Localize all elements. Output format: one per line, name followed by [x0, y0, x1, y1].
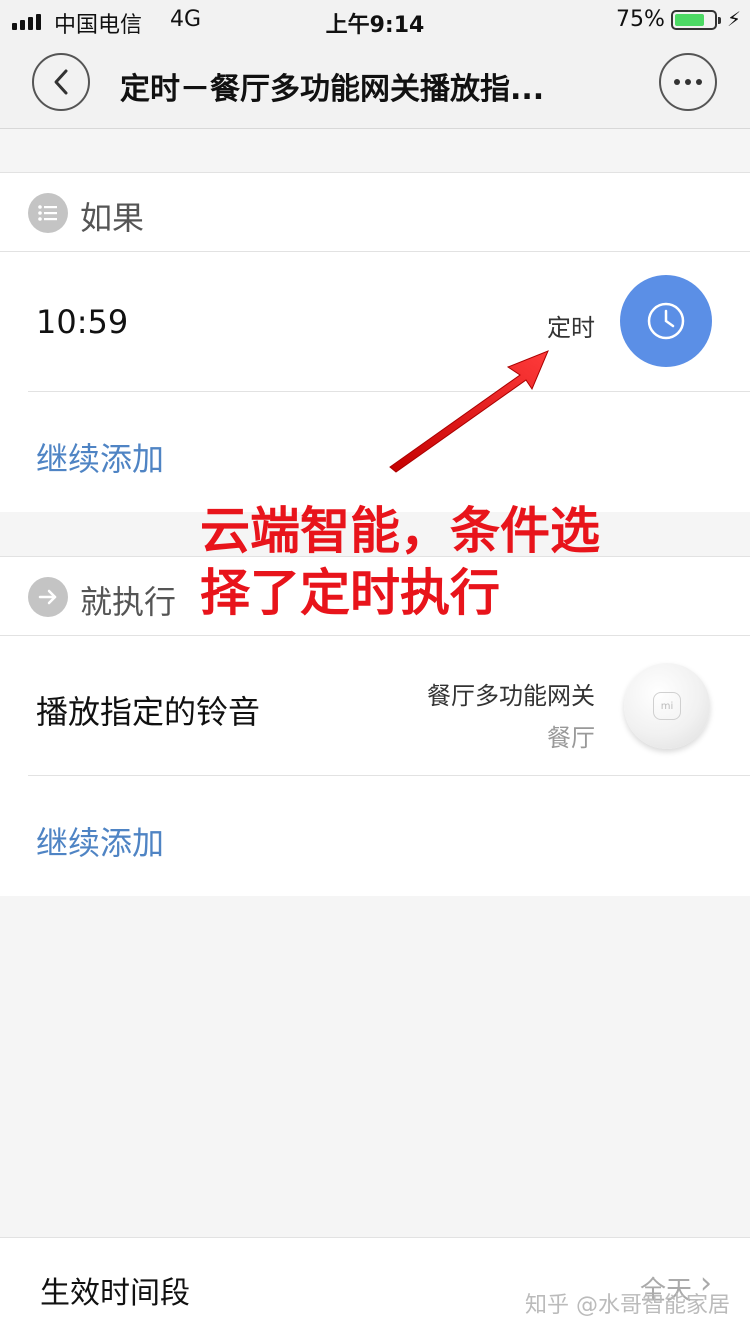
- condition-row[interactable]: 10:59 定时: [0, 252, 750, 392]
- nav-bar: 定时－餐厅多功能网关播放指...: [0, 40, 750, 129]
- status-bar: 中国电信 4G 上午9:14 75% ⚡: [0, 0, 750, 40]
- if-section-header: 如果: [0, 172, 750, 252]
- action-room: 餐厅: [547, 724, 595, 752]
- battery-percent: 75%: [616, 7, 665, 32]
- action-label: 播放指定的铃音: [36, 693, 261, 731]
- more-dots-icon: [674, 79, 680, 85]
- chevron-left-icon: [54, 69, 68, 95]
- watermark: 知乎 @水哥智能家居: [525, 1293, 730, 1318]
- active-period-label: 生效时间段: [40, 1276, 190, 1311]
- timer-button[interactable]: [620, 275, 712, 367]
- annotation-text: 云端智能，条件选 择了定时执行: [200, 500, 680, 624]
- condition-type: 定时: [547, 314, 595, 342]
- then-section-title: 就执行: [80, 583, 177, 621]
- list-icon: [28, 193, 68, 233]
- add-action-link[interactable]: 继续添加: [36, 818, 164, 864]
- back-button[interactable]: [32, 53, 90, 111]
- action-device: 餐厅多功能网关: [427, 682, 595, 710]
- gateway-device-image: mi: [624, 663, 710, 749]
- more-button[interactable]: [659, 53, 717, 111]
- annotation-arrow-icon: [389, 350, 549, 473]
- battery-icon: [671, 10, 721, 30]
- if-section: 如果 10:59 定时 继续添加: [0, 172, 750, 512]
- add-condition-link[interactable]: 继续添加: [36, 434, 164, 480]
- annotation-line-2: 择了定时执行: [200, 564, 500, 622]
- mi-logo-icon: mi: [653, 692, 681, 720]
- clock-icon: [647, 302, 685, 340]
- charging-icon: ⚡: [727, 7, 742, 31]
- page-title: 定时－餐厅多功能网关播放指...: [120, 72, 545, 107]
- active-period-row[interactable]: 生效时间段 全天 ›: [0, 1237, 750, 1334]
- action-row[interactable]: 播放指定的铃音 餐厅多功能网关 餐厅 mi: [0, 636, 750, 776]
- if-section-title: 如果: [80, 199, 145, 237]
- then-add-row: 继续添加: [0, 776, 750, 896]
- condition-time: 10:59: [36, 303, 129, 341]
- annotation-line-1: 云端智能，条件选: [200, 502, 600, 560]
- if-add-row: 继续添加: [0, 392, 750, 512]
- arrow-right-icon: [28, 577, 68, 617]
